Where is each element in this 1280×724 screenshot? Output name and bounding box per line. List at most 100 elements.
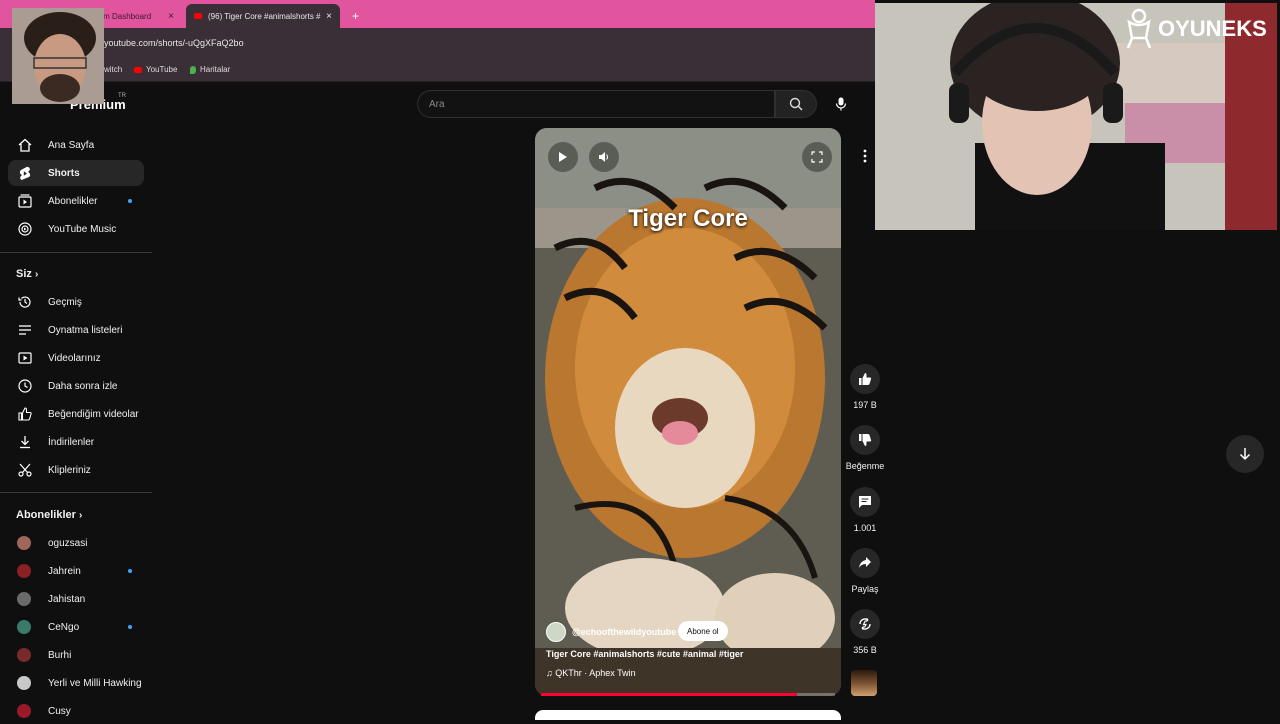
comments-button[interactable] [850, 487, 880, 517]
dislike-label: Beğenme [845, 461, 885, 471]
video-progress-fill [541, 693, 797, 696]
volume-button[interactable] [589, 142, 619, 172]
fullscreen-button[interactable] [802, 142, 832, 172]
channel-avatar [17, 676, 31, 690]
channel-avatar [17, 564, 31, 578]
scissors-icon [16, 461, 34, 479]
subscription-label: Jahrein [48, 565, 81, 577]
channel-avatar [17, 592, 31, 606]
arrow-down-icon [1239, 448, 1251, 461]
oyuneks-brand-text: OYUNEKS [1158, 16, 1267, 41]
sidebar-item-label: Klipleriniz [48, 464, 91, 476]
home-icon [16, 136, 34, 154]
video-icon [16, 349, 34, 367]
maps-icon [190, 65, 196, 74]
sidebar-item-label: Beğendiğim videolar [48, 408, 139, 420]
sidebar-item-liked-videos[interactable]: Beğendiğim videolar [8, 401, 144, 427]
new-content-dot [128, 199, 132, 203]
sidebar-subscription-item[interactable]: oguzsasi [8, 530, 144, 556]
facecam-feed [12, 8, 104, 104]
like-button[interactable] [850, 364, 880, 394]
sidebar-item-label: Daha sonra izle [48, 380, 118, 392]
remix-icon [859, 618, 871, 630]
sound-thumbnail[interactable] [851, 670, 877, 696]
share-button[interactable] [850, 548, 880, 578]
sidebar-item-label: YouTube Music [48, 223, 117, 235]
bookmark-youtube[interactable]: YouTube [134, 65, 177, 74]
remix-button[interactable] [850, 609, 880, 639]
oyuneks-brand-logo: OYUNEKS [1124, 8, 1267, 50]
sidebar-item-subscriptions[interactable]: Abonelikler [8, 188, 144, 214]
subscribe-button[interactable]: Abone ol [678, 621, 728, 641]
sidebar-item-your-videos[interactable]: Videolarınız [8, 345, 144, 371]
sidebar-item-clips[interactable]: Klipleriniz [8, 457, 144, 483]
dislike-button[interactable] [850, 425, 880, 455]
volume-icon [599, 152, 608, 162]
fullscreen-icon [811, 151, 823, 163]
next-short-preview[interactable] [535, 710, 841, 720]
bookmark-maps[interactable]: Haritalar [190, 65, 230, 74]
thumbs-down-icon [859, 434, 872, 446]
subscription-label: Burhi [48, 649, 72, 661]
sidebar-subscription-item[interactable]: Jahrein [8, 558, 144, 584]
channel-avatar [17, 536, 31, 550]
channel-info[interactable]: @echoofthewildyoutube [546, 622, 676, 642]
sidebar-item-shorts[interactable]: Shorts [8, 160, 144, 186]
sidebar-item-playlists[interactable]: Oynatma listeleri [8, 317, 144, 343]
sidebar-subscription-item[interactable]: Cusy [8, 698, 144, 724]
music-info[interactable]: ♫ QKThr · Aphex Twin [546, 668, 636, 678]
search-icon [789, 97, 803, 111]
search-button[interactable] [775, 90, 817, 118]
bookmark-label: YouTube [146, 65, 178, 74]
new-content-dot [128, 625, 132, 629]
history-icon [16, 293, 34, 311]
you-section-label: Siz [16, 268, 32, 280]
like-action[interactable]: 197 B [843, 364, 887, 410]
sidebar-item-label: Shorts [48, 167, 80, 179]
channel-avatar[interactable] [546, 622, 566, 642]
dislike-action[interactable]: Beğenme [843, 425, 887, 471]
new-content-dot [128, 569, 132, 573]
sidebar-item-history[interactable]: Geçmiş [8, 289, 144, 315]
video-caption[interactable]: Tiger Core #animalshorts #cute #animal #… [546, 649, 743, 659]
sidebar-item-label: İndirilenler [48, 436, 95, 448]
bookmark-label: Haritalar [200, 65, 231, 74]
tab-close-icon[interactable]: × [168, 11, 174, 22]
video-progress-bar[interactable] [541, 693, 835, 696]
youtube-favicon-icon [194, 13, 202, 19]
channel-name[interactable]: @echoofthewildyoutube [572, 627, 676, 637]
like-count: 197 B [853, 400, 877, 410]
bookmark-twitch[interactable]: witch [104, 65, 122, 74]
more-options-button[interactable] [855, 146, 875, 166]
more-vert-icon [863, 149, 867, 163]
play-button[interactable] [548, 142, 578, 172]
sidebar-item-youtube-music[interactable]: YouTube Music [8, 216, 144, 242]
sidebar-subscription-item[interactable]: Jahistan [8, 586, 144, 612]
comments-action[interactable]: 1.001 [843, 487, 887, 533]
thumbs-up-icon [16, 405, 34, 423]
facecam-small [12, 8, 104, 104]
sidebar-item-home[interactable]: Ana Sayfa [8, 132, 144, 158]
channel-avatar [17, 704, 31, 718]
next-short-button[interactable] [1226, 435, 1264, 473]
sidebar-item-watch-later[interactable]: Daha sonra izle [8, 373, 144, 399]
sidebar-subscription-item[interactable]: Yerli ve Milli Hawking [8, 670, 144, 696]
remix-action[interactable]: 356 B [843, 609, 887, 655]
sidebar-subscription-item[interactable]: CeNgo [8, 614, 144, 640]
you-section-title[interactable]: Siz › [16, 268, 38, 280]
search-input[interactable]: Ara [417, 90, 775, 118]
subscriptions-icon [16, 192, 34, 210]
new-tab-button[interactable]: + [344, 4, 364, 28]
tab-tiger-core[interactable]: (96) Tiger Core #animalshorts # × [186, 4, 340, 28]
share-action[interactable]: Paylaş [843, 548, 887, 594]
sidebar-subscription-item[interactable]: Burhi [8, 642, 144, 668]
tab-close-icon[interactable]: × [326, 11, 332, 22]
voice-search-button[interactable] [826, 90, 856, 118]
address-bar[interactable]: youtube.com/shorts/-uQgXFaQ2bo [0, 28, 875, 58]
subscriptions-section-title[interactable]: Abonelikler › [16, 509, 82, 521]
sidebar-item-downloads[interactable]: İndirilenler [8, 429, 144, 455]
url-text[interactable]: youtube.com/shorts/-uQgXFaQ2bo [104, 38, 244, 48]
search-placeholder: Ara [429, 99, 445, 110]
bookmark-label: witch [104, 65, 123, 74]
sidebar-item-label: Geçmiş [48, 296, 82, 308]
